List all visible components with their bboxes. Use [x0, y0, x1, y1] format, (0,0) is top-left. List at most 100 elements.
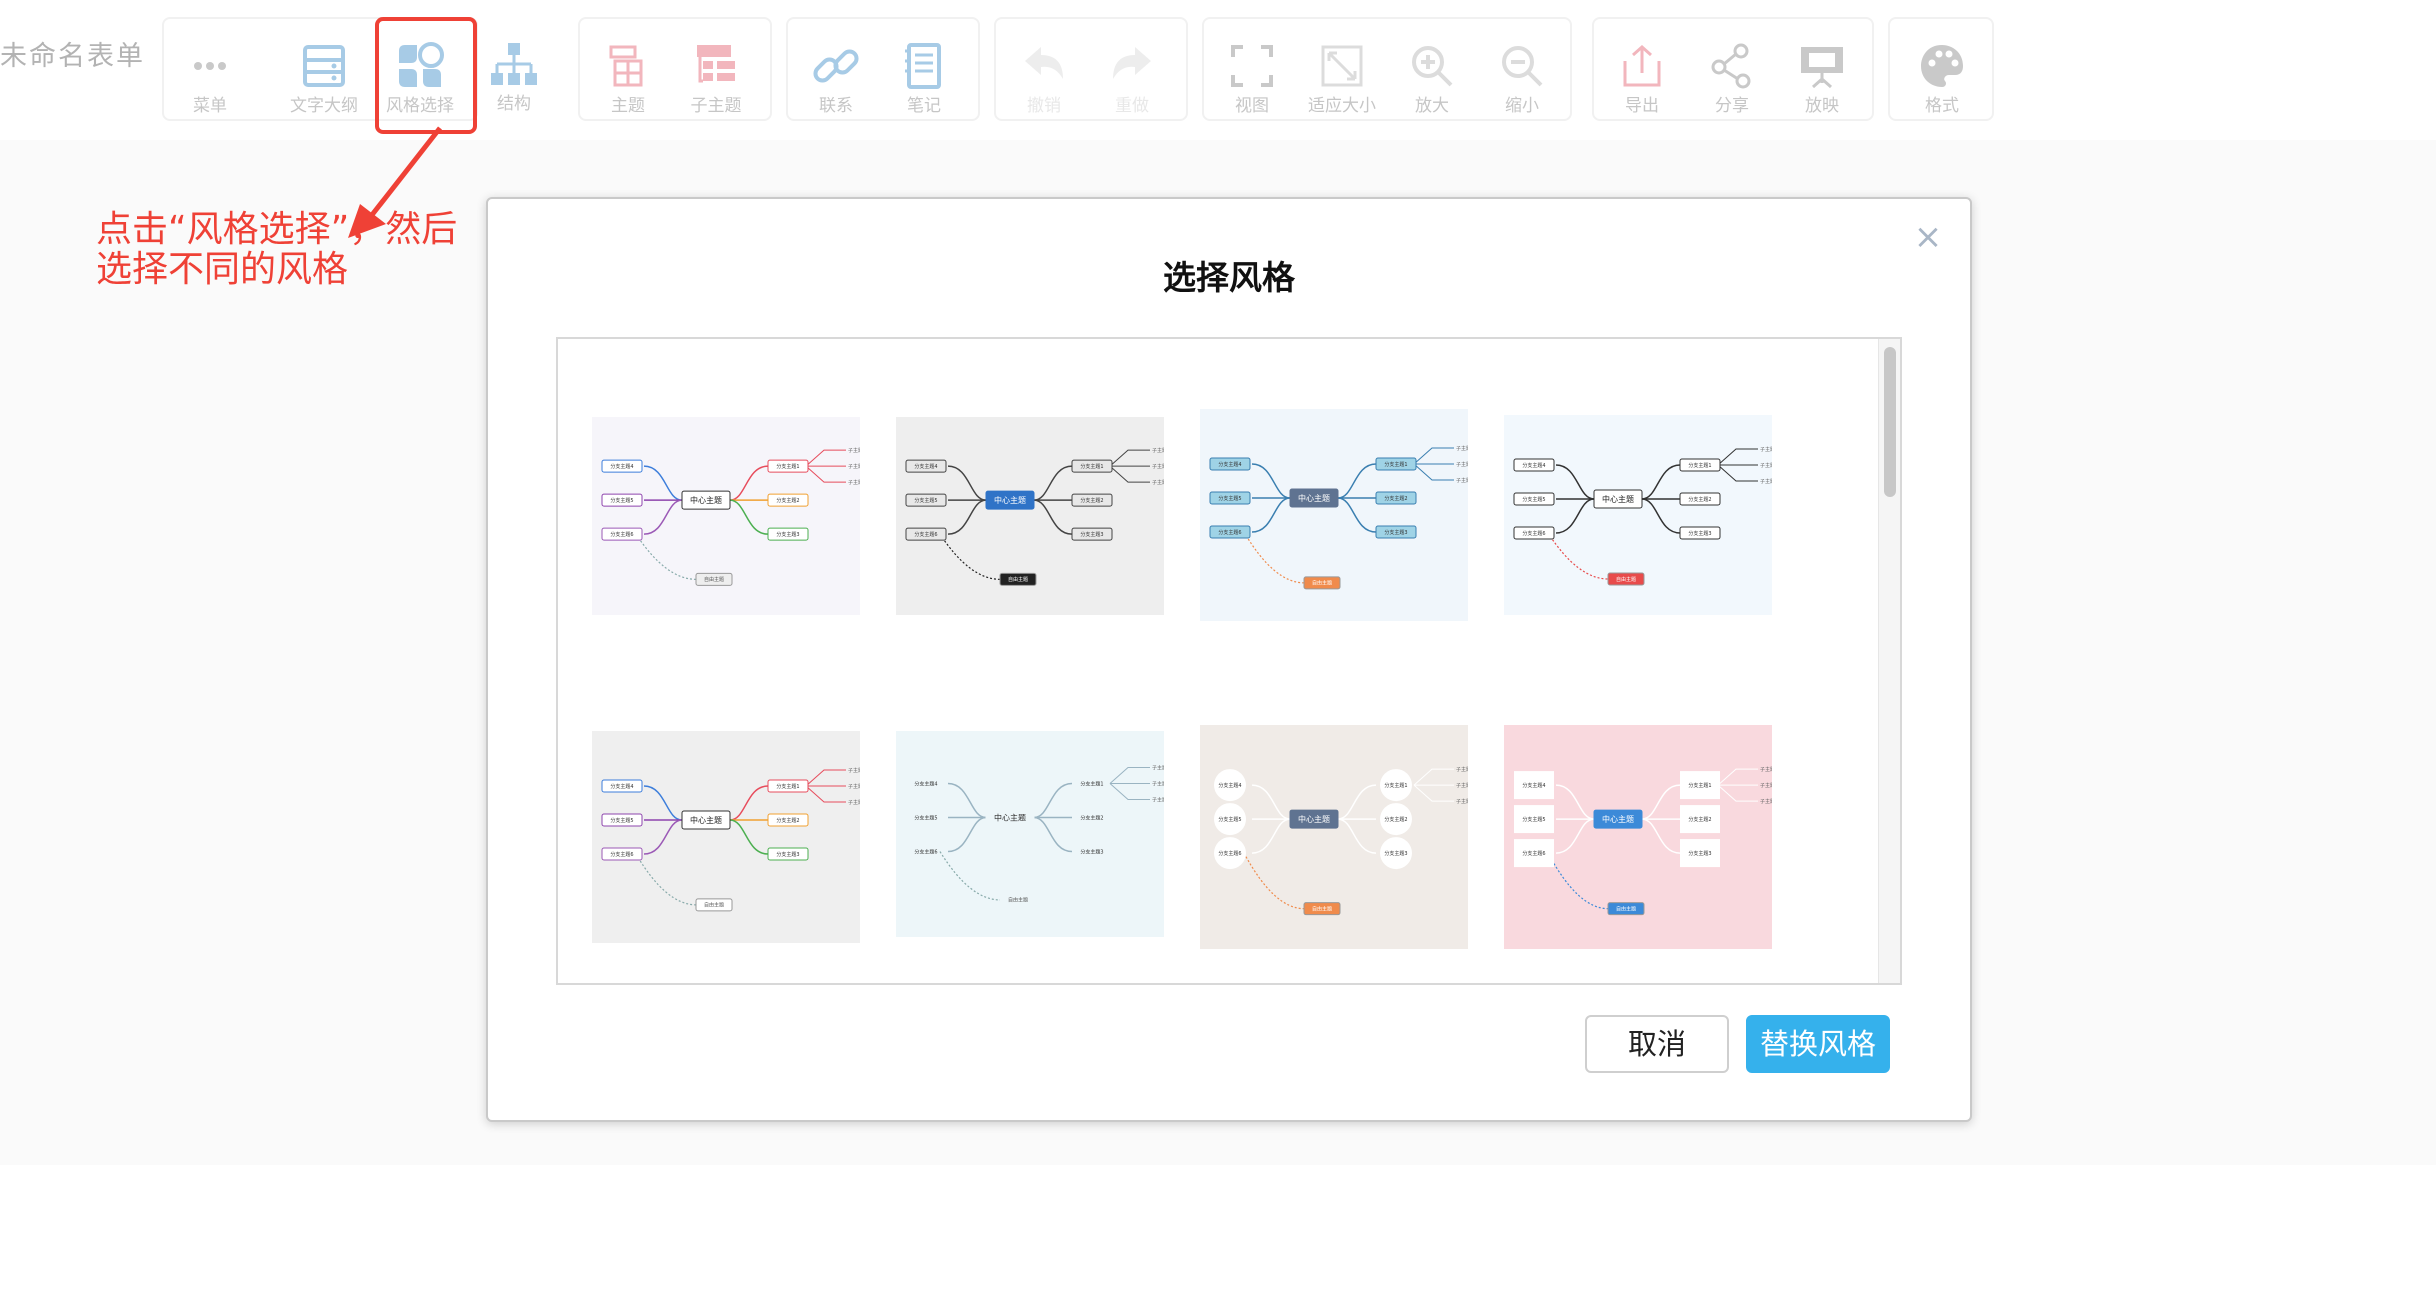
note-button[interactable]: 笔记: [880, 19, 968, 123]
branch-left-node: 分支主题6: [1214, 837, 1246, 870]
svg-text:分支主题1: 分支主题1: [776, 783, 799, 790]
svg-text:分支主题4: 分支主题4: [1218, 782, 1241, 789]
topic-button[interactable]: 主题: [584, 19, 672, 123]
mindmap-preview: 子主题1 子主题2 子主题3 自由主题 分支主题4 分支主题5 分支主题6 分支主题1 分支主题…: [592, 417, 860, 615]
share-button[interactable]: 分享: [1688, 19, 1776, 123]
zoom-out-label: 缩小: [1505, 96, 1539, 116]
branch-right-node: 分支主题1: [767, 779, 809, 793]
svg-text:分支主题5: 分支主题5: [1522, 496, 1545, 503]
menu-button[interactable]: 菜单: [166, 19, 254, 123]
svg-text:分支主题4: 分支主题4: [610, 463, 633, 470]
zoom-in-button[interactable]: 放大: [1388, 19, 1476, 123]
scrollbar-thumb[interactable]: [1884, 347, 1896, 497]
branch-right-node: 分支主题1: [1375, 457, 1417, 471]
branch-left-node: 分支主题6: [905, 527, 947, 541]
style-option-4[interactable]: 子主题1 子主题2 子主题3 自由主题 分支主题4 分支主题5 分支主题6 分支主题1 分支主题…: [1504, 415, 1772, 615]
svg-text:中心主题: 中心主题: [1298, 814, 1330, 824]
style-option-7[interactable]: 子主题1 子主题2 子主题3 自由主题 分支主题4 分支主题5 分支主题6 分支主题1 分支主题…: [1200, 725, 1468, 949]
structure-button-visual[interactable]: 结构: [470, 17, 558, 121]
svg-text:分支主题4: 分支主题4: [1218, 461, 1241, 468]
svg-text:分支主题4: 分支主题4: [914, 463, 937, 470]
svg-text:中心主题: 中心主题: [1298, 493, 1330, 503]
branch-right-node: 分支主题1: [1071, 459, 1113, 473]
fit-button[interactable]: 适应大小: [1298, 19, 1386, 123]
outline-label: 文字大纲: [290, 96, 358, 116]
svg-text:分支主题5: 分支主题5: [610, 817, 633, 824]
branch-right-node: 分支主题3: [1679, 526, 1721, 540]
branch-left-node: 分支主题4: [905, 459, 947, 473]
style-gallery: 子主题1子主题2子主题3自由主题分支主题4分支主题5分支主题6分支主题1分支主题…: [556, 337, 1902, 985]
outline-button[interactable]: 文字大纲: [280, 19, 368, 123]
branch-right-node: 分支主题2: [1375, 491, 1417, 505]
svg-text:中心主题: 中心主题: [1602, 814, 1634, 824]
style-option-1[interactable]: 子主题1 子主题2 子主题3 自由主题 分支主题4 分支主题5 分支主题6 分支主题1 分支主题…: [592, 417, 860, 615]
present-button[interactable]: 放映: [1778, 19, 1866, 123]
outline-icon: [303, 45, 345, 87]
notebook-icon: [905, 43, 941, 89]
branch-left-node: 分支主题6: [1209, 525, 1251, 539]
svg-text:自由主题: 自由主题: [1008, 576, 1028, 583]
branch-left-node: 分支主题6: [1513, 526, 1555, 540]
zoom-in-icon: [1412, 46, 1453, 87]
subtopic-text: 子主题2: [848, 783, 860, 790]
document-title[interactable]: 未命名表单: [0, 34, 145, 73]
svg-text:中心主题: 中心主题: [994, 495, 1026, 505]
mindmap-preview: 子主题1 子主题2 子主题3 自由主题 分支主题4 分支主题5 分支主题6 分支主题1 分支主题…: [592, 731, 860, 943]
branch-left-node: 分支主题5: [1209, 491, 1251, 505]
view-button[interactable]: 视图: [1208, 19, 1296, 123]
view-label: 视图: [1235, 96, 1269, 116]
svg-text:分支主题6: 分支主题6: [1522, 530, 1545, 537]
zoom-in-label: 放大: [1415, 96, 1449, 116]
redo-button[interactable]: 重做: [1088, 19, 1176, 123]
cancel-button[interactable]: 取消: [1585, 1015, 1729, 1073]
branch-right-node: 分支主题2: [767, 813, 809, 827]
format-button[interactable]: 格式: [1898, 19, 1986, 123]
subtopic-label: 子主题: [690, 96, 742, 116]
close-icon[interactable]: ×: [1912, 220, 1944, 254]
center-node: 中心主题: [1593, 809, 1643, 829]
subtopic-text: 子主题1: [1152, 765, 1164, 772]
svg-text:分支主题4: 分支主题4: [1522, 462, 1545, 469]
app-window: 未命名表单 菜单 文字大纲 风格选择 结构 主题 子主题 联系 笔记 撤销 重做…: [0, 0, 2436, 1308]
svg-text:分支主题4: 分支主题4: [1522, 782, 1545, 789]
branch-right-node: 分支主题3: [767, 527, 809, 541]
canvas-area: [0, 1165, 2436, 1308]
subtopic-text: 子主题3: [1456, 477, 1468, 484]
toolbar: 未命名表单 菜单 文字大纲 风格选择 结构 主题 子主题 联系 笔记 撤销 重做…: [0, 0, 2436, 140]
svg-text:自由主题: 自由主题: [1616, 576, 1636, 583]
svg-text:分支主题6: 分支主题6: [610, 531, 633, 538]
branch-right-node: 分支主题2: [1071, 493, 1113, 507]
style-option-6[interactable]: 子主题1 子主题2 子主题3 自由主题 分支主题4 分支主题5 分支主题6 分支主题1 分支主题…: [896, 731, 1164, 937]
branch-left-node: 分支主题6: [601, 847, 643, 861]
subtopic-text: 子主题1: [1760, 766, 1772, 773]
zoom-out-button[interactable]: 缩小: [1478, 19, 1566, 123]
replace-style-button[interactable]: 替换风格: [1746, 1015, 1890, 1073]
svg-text:分支主题1: 分支主题1: [1688, 462, 1711, 469]
subtopic-text: 子主题1: [1760, 446, 1772, 453]
gallery-scrollbar[interactable]: [1878, 339, 1900, 983]
export-button[interactable]: 导出: [1598, 19, 1686, 123]
subtopic-text: 子主题1: [1456, 766, 1468, 773]
svg-text:自由主题: 自由主题: [1312, 905, 1332, 912]
center-node: 中心主题: [985, 490, 1035, 510]
style-option-3[interactable]: 子主题1 子主题2 子主题3 自由主题 分支主题4 分支主题5 分支主题6 分支主题1 分支主题…: [1200, 409, 1468, 621]
svg-text:自由主题: 自由主题: [704, 902, 724, 909]
branch-right-node: 分支主题1: [767, 459, 809, 473]
style-option-5[interactable]: 子主题1 子主题2 子主题3 自由主题 分支主题4 分支主题5 分支主题6 分支主题1 分支主题…: [592, 731, 860, 943]
svg-text:分支主题6: 分支主题6: [1218, 850, 1241, 857]
undo-button[interactable]: 撤销: [1000, 19, 1088, 123]
subtopic-button[interactable]: 子主题: [672, 19, 760, 123]
svg-text:中心主题: 中心主题: [994, 812, 1026, 822]
subtopic-text: 子主题2: [1152, 463, 1164, 470]
menu-label: 菜单: [193, 96, 227, 116]
svg-text:中心主题: 中心主题: [1602, 494, 1634, 504]
style-option-2[interactable]: 子主题1 子主题2 子主题3 自由主题 分支主题4 分支主题5 分支主题6 分支主题1 分支主题…: [896, 417, 1164, 615]
subtopic-text: 子主题1: [1456, 445, 1468, 452]
relation-button[interactable]: 联系: [792, 19, 880, 123]
style-option-8[interactable]: 子主题1 子主题2 子主题3 自由主题 分支主题4 分支主题5 分支主题6 分支主题1 分支主题…: [1504, 725, 1772, 949]
branch-left-node: 分支主题5: [914, 814, 937, 821]
fit-label: 适应大小: [1308, 96, 1376, 116]
free-node: 自由主题: [1607, 572, 1645, 586]
svg-text:分支主题3: 分支主题3: [1080, 848, 1103, 855]
svg-text:分支主题2: 分支主题2: [1384, 816, 1407, 823]
